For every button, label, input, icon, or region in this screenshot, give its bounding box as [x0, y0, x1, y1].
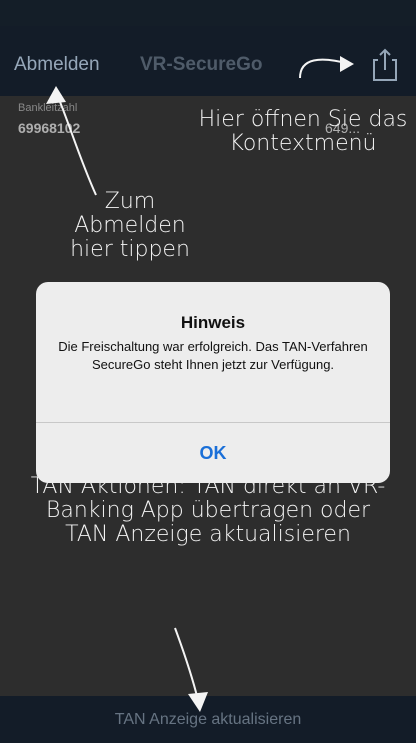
app-screen: Abmelden VR-SecureGo Bankleitzahl 699681… [0, 0, 416, 743]
alert-title: Hinweis [180, 313, 246, 332]
alert-message: Die Freischaltung war erfolgreich. Das T… [58, 339, 368, 373]
arrow-to-bottom-head [188, 692, 208, 712]
arrow-to-logout-head [46, 86, 66, 104]
arrow-to-bottom [174, 627, 199, 701]
ok-button[interactable]: OK [36, 423, 390, 483]
alert-dialog: Hinweis Die Freischaltung war erfolgreic… [36, 282, 390, 483]
arrow-to-logout [55, 91, 97, 196]
arrow-to-share-head [340, 56, 354, 72]
